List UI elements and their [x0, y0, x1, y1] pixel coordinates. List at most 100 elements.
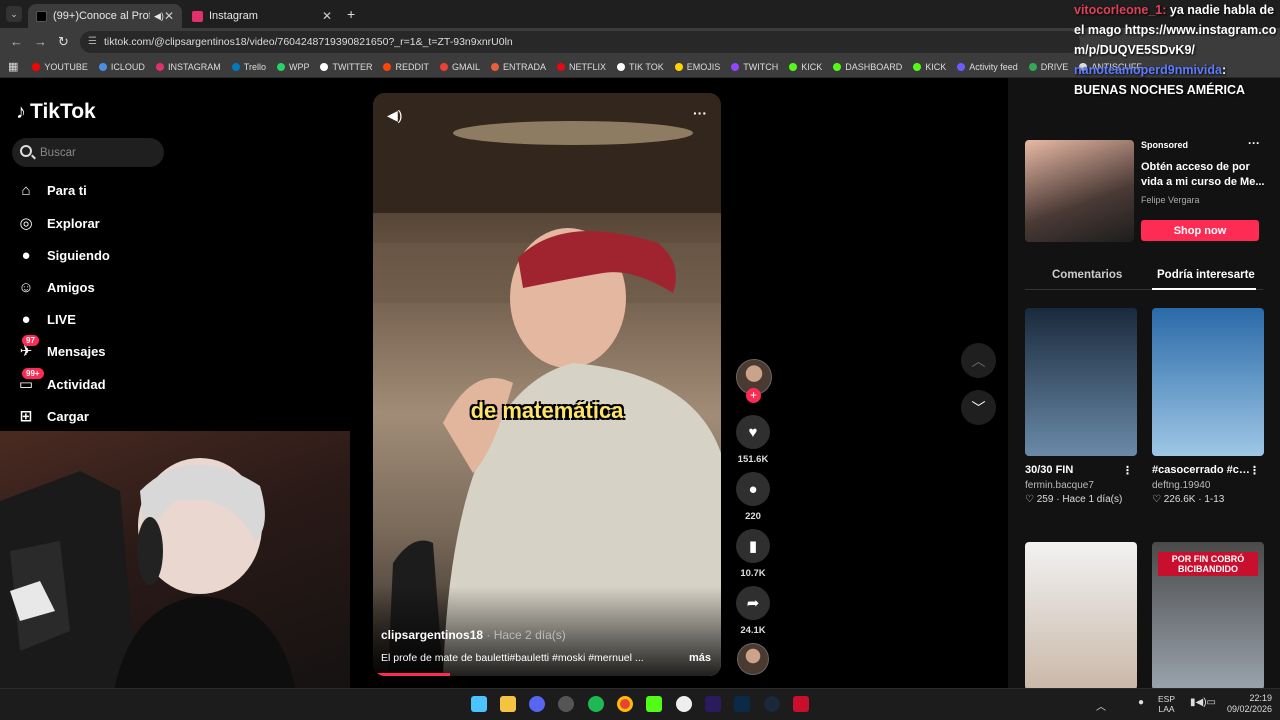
search-input[interactable]: Buscar	[12, 138, 164, 167]
sound-avatar[interactable]	[737, 643, 769, 675]
bookmark-item[interactable]: DRIVE	[1028, 62, 1068, 72]
bookmark-item[interactable]: KICK	[789, 62, 822, 72]
tab-comments[interactable]: Comentarios	[1052, 269, 1122, 281]
share-icon[interactable]: ➦	[736, 586, 770, 620]
bookmark-item[interactable]: EMOJIS	[674, 62, 720, 72]
bookmark-item[interactable]: WPP	[276, 62, 309, 72]
ad-more-icon[interactable]: ···	[1248, 136, 1260, 150]
card-more-icon[interactable]: ⋮	[1249, 464, 1260, 477]
bookmark-item[interactable]: Activity feed	[957, 62, 1018, 72]
video-more-link[interactable]: más	[689, 652, 711, 664]
comment-icon[interactable]: ●	[736, 472, 770, 506]
new-tab-button[interactable]: +	[347, 6, 355, 22]
chrome-icon[interactable]	[617, 696, 633, 712]
sidebar-item-actividad[interactable]: ▭ 99+ Actividad	[16, 368, 106, 396]
bookmark-item[interactable]: ENTRADA	[490, 62, 546, 72]
follow-plus-icon[interactable]: +	[746, 388, 761, 403]
discord-icon[interactable]	[529, 696, 545, 712]
speaker-icon[interactable]: ◀)	[154, 11, 164, 22]
author-avatar-button[interactable]: +	[736, 359, 772, 403]
kick-icon[interactable]	[646, 696, 662, 712]
shop-now-button[interactable]: Shop now	[1141, 220, 1259, 241]
tab-suggested[interactable]: Podría interesarte	[1157, 269, 1255, 281]
windows-start-icon[interactable]	[471, 696, 487, 712]
app-icon[interactable]	[793, 696, 809, 712]
video-progress-bar[interactable]	[373, 673, 450, 676]
reload-icon[interactable]: ↻	[58, 34, 69, 50]
tiktok-logo[interactable]: ♪ TikTok	[16, 100, 96, 124]
ad-title[interactable]: Obtén acceso de por vida a mi curso de M…	[1141, 160, 1265, 190]
premiere-icon[interactable]	[705, 696, 721, 712]
video-thumbnail[interactable]	[1152, 308, 1264, 456]
next-video-button[interactable]: ﹀	[961, 390, 996, 425]
sound-avatar-button[interactable]	[736, 643, 770, 675]
sidebar-item-amigos[interactable]: ☺ Amigos	[16, 275, 94, 299]
suggested-video-card[interactable]: POR FIN COBRÓ BICIBANDIDO	[1152, 542, 1264, 690]
previous-video-button[interactable]: ︿	[961, 343, 996, 378]
bookmark-item[interactable]: NETFLIX	[557, 62, 606, 72]
spotify-icon[interactable]	[588, 696, 604, 712]
bookmark-item[interactable]: DASHBOARD	[833, 62, 902, 72]
card-more-icon[interactable]: ⋮	[1122, 464, 1133, 477]
card-title[interactable]: 30/30 FIN	[1025, 464, 1125, 476]
tab-search-icon[interactable]: ⌄	[6, 6, 22, 22]
bookmark-item[interactable]: GMAIL	[439, 62, 480, 72]
tab-tiktok[interactable]: (99+)Conoce al Profe de M... ◀) ✕	[28, 4, 182, 28]
mute-icon[interactable]: ◀)	[387, 107, 402, 124]
share-button[interactable]: ➦ 24.1K	[736, 586, 770, 636]
video-username[interactable]: clipsargentinos18	[381, 628, 483, 642]
bookmark-item[interactable]: REDDIT	[383, 62, 429, 72]
suggested-video-card[interactable]: #casocerrado #casocerradotv...⋮ deftng.19…	[1152, 308, 1264, 505]
video-thumbnail[interactable]: POR FIN COBRÓ BICIBANDIDO	[1152, 542, 1264, 690]
bookmark-icon[interactable]: ▮	[736, 529, 770, 563]
video-thumbnail[interactable]	[1025, 308, 1137, 456]
bookmark-item[interactable]: KICK	[913, 62, 946, 72]
bookmark-item[interactable]: YOUTUBE	[32, 62, 88, 72]
network-icon[interactable]: ▮◀)▭	[1190, 697, 1216, 708]
save-button[interactable]: ▮ 10.7K	[736, 529, 770, 579]
bookmark-item[interactable]: INSTAGRAM	[155, 62, 221, 72]
language-indicator[interactable]: ESP LAA	[1158, 694, 1175, 714]
bookmark-item[interactable]: TIK TOK	[617, 62, 664, 72]
address-bar[interactable]: ☰ tiktok.com/@clipsargentinos18/video/76…	[80, 31, 1080, 53]
card-author[interactable]: deftng.19940	[1152, 480, 1264, 491]
suggested-video-card[interactable]	[1025, 542, 1137, 690]
sidebar-item-cargar[interactable]: ⊞ Cargar	[16, 404, 89, 428]
sidebar-item-label: Siguiendo	[47, 247, 110, 263]
card-author[interactable]: fermin.bacque7	[1025, 480, 1137, 491]
apps-icon[interactable]: ▦	[8, 60, 18, 73]
close-tab-icon[interactable]: ✕	[164, 9, 174, 23]
video-author[interactable]: clipsargentinos18 · Hace 2 día(s)	[381, 628, 566, 642]
bookmark-item[interactable]: ICLOUD	[98, 62, 145, 72]
sidebar-item-para-ti[interactable]: ⌂ Para ti	[16, 178, 86, 202]
steam-icon[interactable]	[764, 696, 780, 712]
like-button[interactable]: ♥ 151.6K	[736, 415, 770, 465]
sidebar-item-siguiendo[interactable]: ● Siguiendo	[16, 243, 110, 267]
comment-button[interactable]: ● 220	[736, 472, 770, 522]
sidebar-item-live[interactable]: ● LIVE	[16, 307, 75, 331]
suggested-video-card[interactable]: 30/30 FIN ⋮ fermin.bacque7 ♡ 259 · Hace 1 d…	[1025, 308, 1137, 505]
card-title[interactable]: #casocerrado #casocerradotv...	[1152, 464, 1252, 476]
obs-icon[interactable]	[558, 696, 574, 712]
bookmark-item[interactable]: TWITCH	[731, 62, 778, 72]
github-icon[interactable]	[676, 696, 692, 712]
video-thumbnail[interactable]	[1025, 542, 1137, 690]
back-icon[interactable]: ←	[10, 34, 23, 49]
sidebar-item-explorar[interactable]: ◎ Explorar	[16, 211, 99, 235]
bookmark-item[interactable]: TWITTER	[320, 62, 372, 72]
photoshop-icon[interactable]	[734, 696, 750, 712]
ad-thumbnail[interactable]	[1025, 140, 1134, 242]
clock[interactable]: 22:19 09/02/2026	[1227, 693, 1272, 715]
bookmark-item[interactable]: Trello	[231, 62, 266, 72]
forward-icon[interactable]: →	[34, 34, 47, 49]
close-tab-icon[interactable]: ✕	[322, 9, 332, 23]
site-info-icon[interactable]: ☰	[88, 36, 97, 47]
file-explorer-icon[interactable]	[500, 696, 516, 712]
mic-icon[interactable]: ●	[1138, 697, 1144, 708]
sidebar-item-mensajes[interactable]: ✈ 97 Mensajes	[16, 335, 106, 363]
tab-instagram[interactable]: Instagram ✕	[184, 4, 340, 28]
tray-chevron-icon[interactable]: ︿	[1096, 698, 1106, 713]
video-more-icon[interactable]: ···	[693, 105, 707, 121]
heart-icon[interactable]: ♥	[736, 415, 770, 449]
video-player[interactable]: ◀) ··· de matemática clipsargentinos18 ·…	[373, 93, 721, 676]
